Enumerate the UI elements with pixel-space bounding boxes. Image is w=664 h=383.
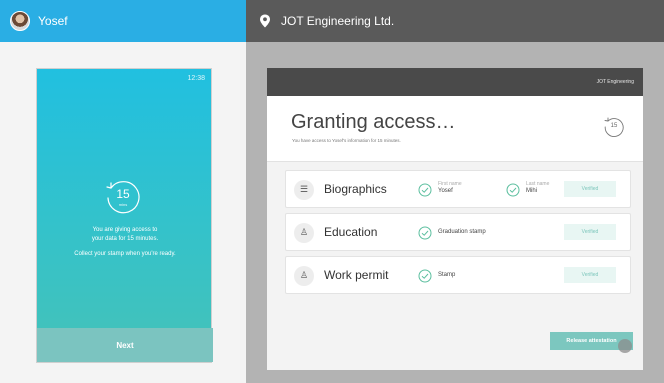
- cursor-indicator: [618, 339, 632, 353]
- phone-line-2: your data for 15 minutes.: [91, 236, 159, 242]
- location-pin-icon: [260, 14, 270, 28]
- browser-window: JOT Engineering Granting access… You hav…: [267, 68, 643, 370]
- attestation-row-work-permit: ♙ Work permit Stamp Verified: [285, 256, 631, 294]
- last-name-label: Last name: [526, 181, 550, 187]
- row-title: Education: [324, 225, 378, 239]
- phone-line-1: You are giving access to: [92, 227, 158, 233]
- verified-badge: Verified: [564, 267, 616, 283]
- left-header: Yosef: [0, 0, 246, 42]
- attestation-row-biographics: ☰ Biographics First name Yosef Last name…: [285, 170, 631, 208]
- check-circle-icon: [418, 269, 432, 283]
- education-icon: ♙: [294, 223, 314, 243]
- company-title: JOT Engineering Ltd.: [281, 14, 395, 28]
- row-title: Biographics: [324, 182, 387, 196]
- phone-time: 12:38: [187, 75, 205, 82]
- attestation-row-education: ♙ Education Graduation stamp Verified: [285, 213, 631, 251]
- browser-top-bar: JOT Engineering: [267, 68, 643, 96]
- verified-badge: Verified: [564, 181, 616, 197]
- next-button[interactable]: Next: [37, 328, 213, 362]
- grant-subtitle: You have access to Yosef's information f…: [292, 138, 401, 143]
- grant-title: Granting access…: [291, 111, 456, 133]
- right-header: JOT Engineering Ltd.: [246, 0, 664, 42]
- right-pane: JOT Engineering Ltd. JOT Engineering Gra…: [246, 0, 664, 383]
- phone-mockup: 12:38 15 mins You are giving access to y…: [36, 68, 213, 363]
- phone-message: You are giving access to your data for 1…: [37, 226, 213, 259]
- phone-timer-unit: mins: [118, 202, 128, 207]
- avatar[interactable]: [10, 11, 30, 31]
- left-pane: Yosef 12:38 15 mins You are giving acces…: [0, 0, 246, 383]
- first-name-label: First name: [438, 181, 462, 187]
- phone-timer-value: 15: [116, 187, 130, 201]
- browser-top-label: JOT Engineering: [596, 79, 634, 85]
- verified-badge: Verified: [564, 224, 616, 240]
- grant-card: Granting access… You have access to Yose…: [267, 96, 643, 162]
- stamp-value: Stamp: [438, 272, 456, 278]
- user-name: Yosef: [38, 14, 68, 28]
- check-circle-icon: [418, 226, 432, 240]
- grant-timer-value: 15: [610, 123, 618, 129]
- row-title: Work permit: [324, 268, 389, 282]
- check-circle-icon: [418, 183, 432, 197]
- graduation-stamp-value: Graduation stamp: [438, 229, 486, 235]
- work-permit-icon: ♙: [294, 266, 314, 286]
- phone-line-3: Collect your stamp when you're ready.: [74, 251, 176, 257]
- last-name-value: Mihi: [526, 188, 538, 194]
- check-circle-icon: [506, 183, 520, 197]
- first-name-value: Yosef: [438, 188, 453, 194]
- biographics-icon: ☰: [294, 180, 314, 200]
